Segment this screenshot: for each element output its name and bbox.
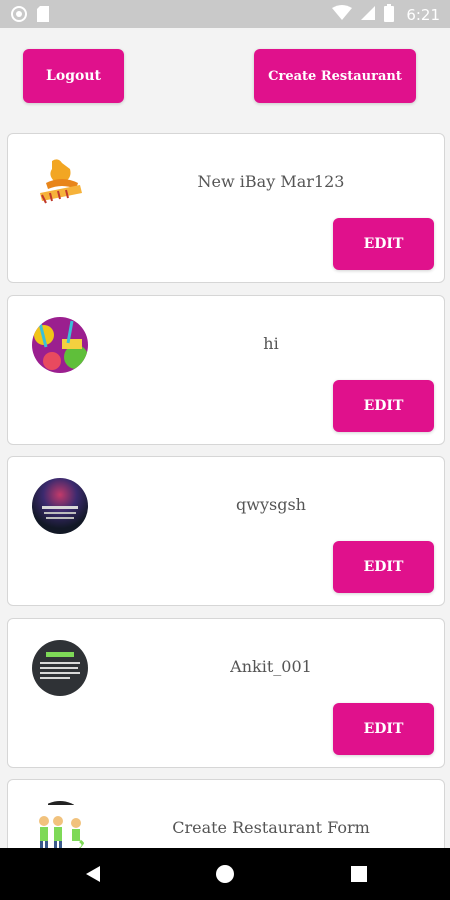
sd-card-icon: [36, 5, 50, 27]
restaurant-name: Ankit_001: [230, 657, 312, 676]
status-bar: 6:21: [0, 0, 450, 28]
status-time: 6:21: [406, 6, 440, 24]
restaurant-name: hi: [263, 334, 279, 353]
restaurant-logo-image: [32, 155, 88, 211]
create-restaurant-button[interactable]: Create Restaurant: [254, 49, 416, 103]
restaurant-name: New iBay Mar123: [197, 172, 345, 191]
holi-image: [32, 317, 88, 373]
edit-button[interactable]: EDIT: [333, 380, 434, 432]
dark-photo-image: [32, 478, 88, 534]
app-screen: 6:21 Logout Create Restaurant New iBay M…: [0, 0, 450, 900]
battery-icon: [384, 4, 395, 26]
edit-button[interactable]: EDIT: [333, 541, 434, 593]
logout-button[interactable]: Logout: [23, 49, 124, 103]
edit-button[interactable]: EDIT: [333, 703, 434, 755]
wifi-icon: [332, 5, 353, 25]
restaurant-card: qwysgsh EDIT: [7, 456, 445, 606]
restaurant-name: Create Restaurant Form: [172, 818, 370, 837]
signal-icon: [360, 5, 376, 25]
balance-image: [32, 640, 88, 696]
restaurant-card: New iBay Mar123 EDIT: [7, 133, 445, 283]
navigation-bar: [0, 848, 450, 900]
android-notify-icon: [10, 5, 28, 27]
restaurant-name: qwysgsh: [236, 495, 306, 514]
recents-square-icon[interactable]: [329, 848, 389, 900]
home-circle-icon[interactable]: [195, 848, 255, 900]
restaurant-card: hi EDIT: [7, 295, 445, 445]
restaurant-card: Ankit_001 EDIT: [7, 618, 445, 768]
edit-button[interactable]: EDIT: [333, 218, 434, 270]
back-triangle-icon[interactable]: [63, 848, 123, 900]
